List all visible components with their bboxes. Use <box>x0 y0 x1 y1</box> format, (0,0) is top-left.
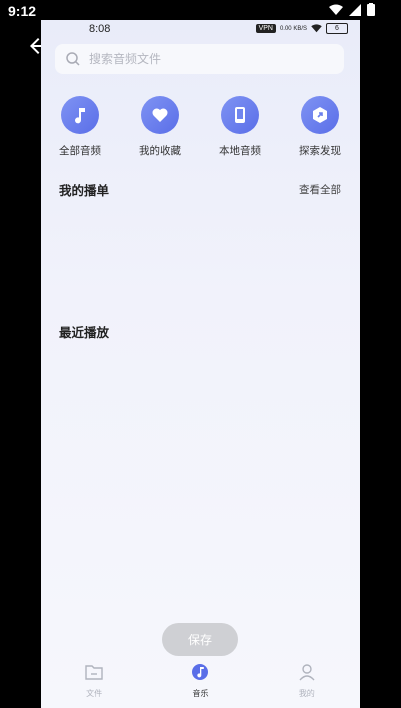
tab-me[interactable]: 我的 <box>272 654 342 699</box>
recent-title: 最近播放 <box>59 325 110 340</box>
app-screen: 8:08 VPN 0.00 KB/S 6 全部音频 我的收藏 <box>41 20 360 708</box>
explore-icon <box>313 107 327 123</box>
signal-icon <box>349 3 361 16</box>
inner-clock: 8:08 <box>89 23 111 35</box>
vpn-badge: VPN <box>255 24 276 33</box>
music-disc-icon <box>192 664 209 680</box>
person-icon <box>299 664 315 681</box>
search-bar[interactable] <box>55 44 344 74</box>
playlists-title: 我的播单 <box>59 183 110 198</box>
quick-label: 探索发现 <box>299 145 341 157</box>
quick-favorites[interactable]: 我的收藏 <box>124 96 196 158</box>
search-icon <box>66 52 80 66</box>
nav-label: 音乐 <box>192 689 209 698</box>
quick-label: 我的收藏 <box>139 145 181 157</box>
quick-actions: 全部音频 我的收藏 本地音频 探索发现 <box>41 96 360 166</box>
wifi-icon <box>311 24 322 33</box>
quick-explore[interactable]: 探索发现 <box>284 96 356 158</box>
wifi-icon <box>329 4 343 15</box>
heart-icon <box>152 108 168 122</box>
net-speed: 0.00 KB/S <box>279 25 307 32</box>
quick-label: 本地音频 <box>219 145 261 157</box>
outer-status-bar: 9:12 <box>0 0 401 22</box>
quick-all-audio[interactable]: 全部音频 <box>44 96 116 158</box>
save-button[interactable]: 保存 <box>162 623 238 656</box>
nav-label: 文件 <box>86 689 103 698</box>
inner-status-bar: 8:08 VPN 0.00 KB/S 6 <box>41 20 360 40</box>
see-all-link[interactable]: 查看全部 <box>299 182 341 197</box>
tab-music[interactable]: 音乐 <box>165 654 235 699</box>
battery-icon: 6 <box>326 23 348 34</box>
tab-files[interactable]: 文件 <box>59 654 129 699</box>
search-input[interactable] <box>87 51 331 67</box>
battery-icon <box>367 3 375 16</box>
bottom-nav: 文件 音乐 我的 <box>41 654 360 708</box>
quick-local-audio[interactable]: 本地音频 <box>204 96 276 158</box>
music-note-icon <box>75 108 85 124</box>
outer-clock: 9:12 <box>8 3 37 19</box>
folder-icon <box>85 665 103 680</box>
phone-icon <box>235 107 245 123</box>
nav-label: 我的 <box>298 689 315 698</box>
quick-label: 全部音频 <box>59 145 101 157</box>
